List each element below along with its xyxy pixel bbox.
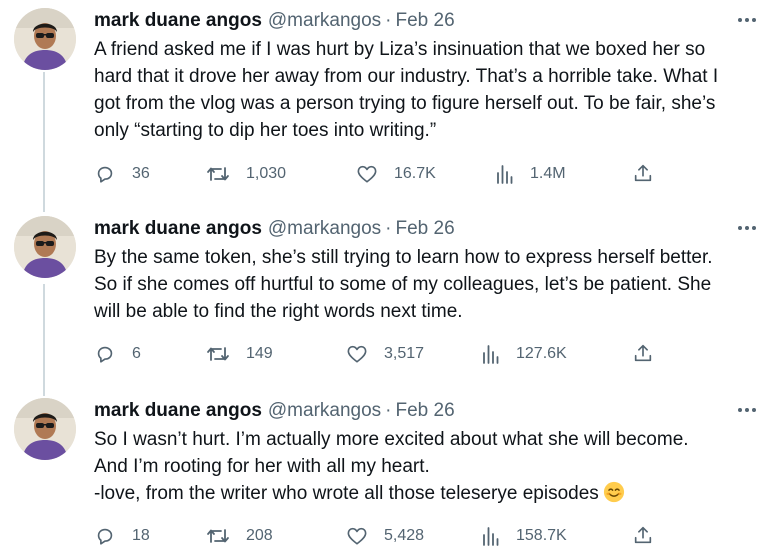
tweet-text-line: got from the vlog was a person trying to… (94, 93, 716, 114)
tweet-header: mark duane angos @markangos · Feb 26 (94, 398, 455, 424)
tweet-text-line: A friend asked me if I was hurt by Liza’… (94, 39, 706, 60)
author-name[interactable]: mark duane angos (94, 10, 262, 32)
views-chart-icon (483, 527, 499, 546)
more-horizontal-icon[interactable] (735, 10, 759, 30)
tweet-date[interactable]: Feb 26 (396, 10, 455, 32)
tweet-date[interactable]: Feb 26 (396, 218, 455, 240)
retweet-icon (207, 529, 229, 543)
separator-dot: · (385, 218, 392, 239)
views-button[interactable]: 158.7K (482, 524, 567, 548)
smiling-face-emoji (603, 481, 624, 503)
retweet-count: 149 (246, 345, 273, 362)
tweet-text-line: hard that it drove her away from our ind… (94, 66, 719, 87)
reply-button[interactable]: 36 (94, 162, 150, 186)
author-name[interactable]: mark duane angos (94, 218, 262, 240)
reply-button[interactable]: 6 (94, 342, 141, 366)
tweet-text-line: will be able to find the right words nex… (94, 301, 463, 322)
reply-icon (97, 166, 113, 183)
tweet-date[interactable]: Feb 26 (396, 400, 455, 422)
separator-dot: · (385, 400, 392, 421)
tweet-text-line: only “starting to dip her toes into writ… (94, 120, 437, 141)
heart-icon (347, 345, 367, 363)
view-count: 158.7K (516, 527, 567, 544)
reply-icon (97, 346, 113, 363)
tweet[interactable]: mark duane angos @markangos · Feb 26 A f… (0, 8, 775, 198)
tweet-actions: 36 1,030 16.7K 1.4M (94, 162, 654, 186)
tweet-text-line: -love, from the writer who wrote all tho… (94, 480, 764, 507)
author-name[interactable]: mark duane angos (94, 400, 262, 422)
retweet-count: 208 (246, 527, 273, 544)
like-button[interactable]: 5,428 (346, 524, 424, 548)
tweet-text: A friend asked me if I was hurt by Liza’… (94, 36, 764, 144)
heart-icon (357, 165, 377, 183)
avatar[interactable] (14, 8, 76, 70)
like-button[interactable]: 16.7K (356, 162, 436, 186)
tweet-text-segment: -love, from the writer who wrote all tho… (94, 483, 599, 504)
views-button[interactable]: 127.6K (482, 342, 567, 366)
views-chart-icon (483, 345, 499, 364)
author-handle[interactable]: @markangos (268, 218, 381, 240)
like-button[interactable]: 3,517 (346, 342, 424, 366)
retweet-button[interactable]: 149 (206, 342, 273, 366)
share-icon[interactable] (632, 524, 654, 551)
views-button[interactable]: 1.4M (496, 162, 566, 186)
views-chart-icon (497, 165, 513, 184)
retweet-button[interactable]: 208 (206, 524, 273, 548)
tweet-header: mark duane angos @markangos · Feb 26 (94, 216, 455, 242)
tweet-text-line: So if she comes off hurtful to some of m… (94, 274, 712, 295)
avatar[interactable] (14, 398, 76, 460)
like-count: 5,428 (384, 527, 425, 544)
tweet[interactable]: mark duane angos @markangos · Feb 26 By … (0, 216, 775, 376)
like-count: 3,517 (384, 345, 425, 362)
reply-count: 6 (132, 345, 141, 362)
share-icon[interactable] (632, 342, 654, 369)
retweet-icon (207, 347, 229, 361)
more-horizontal-icon[interactable] (735, 218, 759, 238)
reply-button[interactable]: 18 (94, 524, 150, 548)
tweet-actions: 18 208 5,428 158.7K (94, 524, 654, 548)
author-handle[interactable]: @markangos (268, 10, 381, 32)
view-count: 1.4M (530, 165, 566, 182)
tweet-actions: 6 149 3,517 127.6K (94, 342, 654, 366)
retweet-count: 1,030 (246, 165, 287, 182)
reply-count: 36 (132, 165, 150, 182)
heart-icon (347, 527, 367, 545)
retweet-button[interactable]: 1,030 (206, 162, 286, 186)
tweet-text: So I wasn’t hurt. I’m actually more exci… (94, 426, 764, 507)
author-handle[interactable]: @markangos (268, 400, 381, 422)
tweet[interactable]: mark duane angos @markangos · Feb 26 So … (0, 398, 775, 548)
view-count: 127.6K (516, 345, 567, 362)
tweet-text-line: So I wasn’t hurt. I’m actually more exci… (94, 429, 689, 450)
more-horizontal-icon[interactable] (735, 400, 759, 420)
tweet-text-line: By the same token, she’s still trying to… (94, 247, 713, 268)
like-count: 16.7K (394, 165, 436, 182)
share-icon[interactable] (632, 162, 654, 189)
retweet-icon (207, 167, 229, 181)
tweet-header: mark duane angos @markangos · Feb 26 (94, 8, 455, 34)
tweet-text: By the same token, she’s still trying to… (94, 244, 764, 325)
reply-count: 18 (132, 527, 150, 544)
avatar[interactable] (14, 216, 76, 278)
tweet-text-line: And I’m rooting for her with all my hear… (94, 456, 430, 477)
separator-dot: · (385, 10, 392, 31)
reply-icon (97, 528, 113, 545)
